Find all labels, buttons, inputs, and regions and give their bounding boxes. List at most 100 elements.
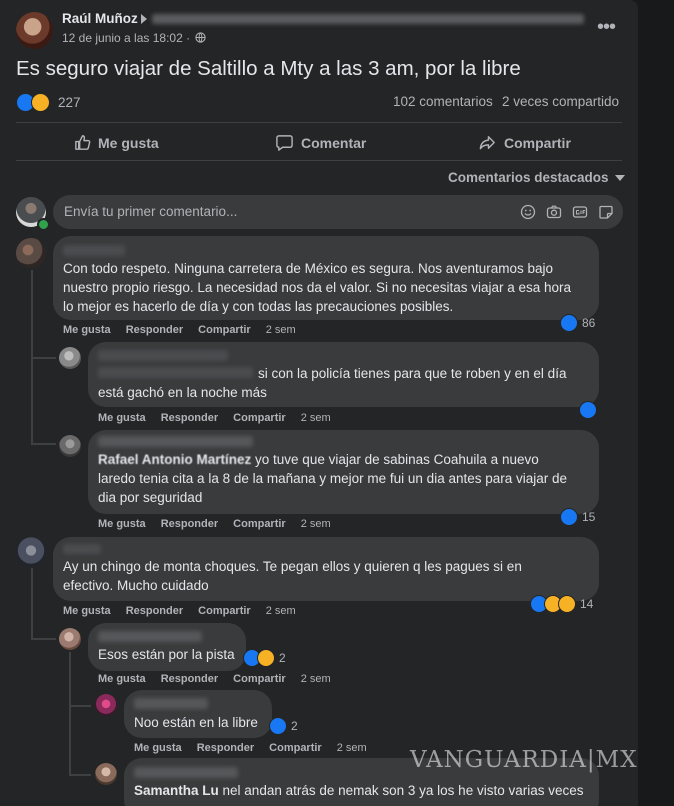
online-status-dot [37,218,50,231]
haha-reaction-icon [31,93,50,112]
post-date[interactable]: 12 de junio a las 18:02 · [62,31,207,45]
reply-reactions[interactable]: 2 [269,717,298,735]
comment-input[interactable]: Envía tu primer comentario... [53,195,623,229]
reply-avatar[interactable] [95,694,117,716]
reply-text: Samantha Lu nel andan atrás de nemak son… [134,781,604,800]
reply-actions: Me gusta Responder Compartir 2 sem [134,742,382,754]
comment-like-link[interactable]: Me gusta [63,605,111,617]
comment-reactions[interactable]: 14 [530,595,593,613]
comment-reply-link[interactable]: Responder [161,518,218,530]
comment-text: Ay un chingo de monta choques. Te pegan … [63,557,593,595]
emoji-icon[interactable] [520,204,536,220]
comment-button-label: Comentar [301,134,367,151]
wow-reaction-icon [257,649,275,667]
comment-time[interactable]: 2 sem [337,742,367,754]
author-name[interactable]: Raúl Muñoz [62,11,138,26]
comment-reply-link[interactable]: Responder [197,742,254,754]
share-button[interactable]: Compartir [478,133,571,152]
like-reaction-icon [560,314,578,332]
comment-sort-dropdown[interactable]: Comentarios destacados [448,170,625,185]
comment-like-link[interactable]: Me gusta [63,324,111,336]
comment-time[interactable]: 2 sem [266,324,296,336]
comment-share-link[interactable]: Compartir [269,742,322,754]
comment-reaction-count: 15 [582,510,596,524]
reply-name-redacted [134,767,238,778]
post-reactions[interactable]: 227 [16,93,81,112]
reply-text-line: laredo tenia cita a la 8 de la mañana y … [98,471,568,486]
comment-share-link[interactable]: Compartir [233,518,286,530]
commenter-name-redacted [63,544,101,554]
comment-text-line: lo mejor es hacerlo de día y con todas l… [63,299,454,314]
comment-reply-link[interactable]: Responder [161,673,218,685]
reply-text-line: si con la policía tienes para que te rob… [258,366,567,381]
caret-down-icon [614,174,625,181]
comment-text-line: nuestro propio riesgo. La necesidad nos … [63,280,572,295]
comment-reply-link[interactable]: Responder [161,412,218,424]
reply-avatar[interactable] [59,435,81,457]
comment-reaction-count: 14 [580,597,594,611]
reply-actions: Me gusta Responder Compartir 2 sem [98,412,346,424]
reply-reactions[interactable] [579,401,597,419]
comment-button[interactable]: Comentar [275,133,366,152]
gif-icon[interactable] [572,204,588,220]
post-card: Raúl Muñoz 12 de junio a las 18:02 · •••… [0,0,638,806]
comment-text: Con todo respeto. Ninguna carretera de M… [63,259,593,316]
comment-text-line: Ay un chingo de monta choques. Te pegan … [63,559,522,574]
comment-icon [276,135,293,151]
sticker-icon[interactable] [598,204,614,220]
comment-avatar[interactable] [16,238,46,268]
reply-text-line: Esos están por la pista [98,647,235,662]
comment-reply-link[interactable]: Responder [126,605,183,617]
group-name-redacted [152,14,584,24]
comment-time[interactable]: 2 sem [266,605,296,617]
reply-reactions[interactable]: 2 [243,649,286,667]
camera-icon[interactable] [546,204,562,220]
comment-actions: Me gusta Responder Compartir 2 sem [63,324,311,336]
comment-like-link[interactable]: Me gusta [98,518,146,530]
comment-avatar[interactable] [16,537,46,567]
like-button-label: Me gusta [98,134,159,151]
comments-count[interactable]: 102 comentarios [393,94,493,109]
globe-icon [195,32,207,43]
sad-reaction-icon [558,595,576,613]
like-button[interactable]: Me gusta [73,133,159,152]
reply-avatar[interactable] [95,763,117,785]
thread-branch-1a [31,357,56,359]
comment-share-link[interactable]: Compartir [198,324,251,336]
reply-text: Noo están en la libre [134,713,274,732]
reply-name-redacted [98,631,202,642]
comment-text-line: Con todo respeto. Ninguna carretera de M… [63,261,554,276]
comment-time[interactable]: 2 sem [301,518,331,530]
comment-time[interactable]: 2 sem [301,673,331,685]
comment-time[interactable]: 2 sem [301,412,331,424]
comment-reactions[interactable]: 86 [560,314,595,332]
group-arrow-icon [141,14,147,24]
reply-text-line: está gachó en la noche más [98,385,267,400]
comment-reply-link[interactable]: Responder [126,324,183,336]
comment-like-link[interactable]: Me gusta [134,742,182,754]
reply-name-redacted [134,698,208,709]
thread-branch-1b [31,443,56,445]
reply-avatar[interactable] [59,347,81,369]
reply-actions: Me gusta Responder Compartir 2 sem [98,518,346,530]
more-icon[interactable]: ••• [597,17,616,37]
reply-name-redacted [98,436,253,447]
thread-branch-3a [69,705,91,707]
reply-reactions[interactable]: 15 [560,508,595,526]
comment-like-link[interactable]: Me gusta [98,412,146,424]
shares-count[interactable]: 2 veces compartido [502,94,619,109]
author-avatar[interactable] [16,12,53,49]
comment-share-link[interactable]: Compartir [198,605,251,617]
comment-share-link[interactable]: Compartir [233,673,286,685]
reply-author-name[interactable]: Rafael Antonio Martínez [98,452,251,467]
like-reaction-icon [579,401,597,419]
reply-author-name[interactable]: Samantha Lu [134,783,219,798]
reply-text: Esos están por la pista [98,645,248,664]
comment-like-link[interactable]: Me gusta [98,673,146,685]
comment-share-link[interactable]: Compartir [233,412,286,424]
thread-line-3 [69,652,71,776]
like-icon [75,135,91,150]
like-reaction-icon [560,508,578,526]
post-date-text: 12 de junio a las 18:02 · [62,31,191,45]
reply-avatar[interactable] [59,628,81,650]
